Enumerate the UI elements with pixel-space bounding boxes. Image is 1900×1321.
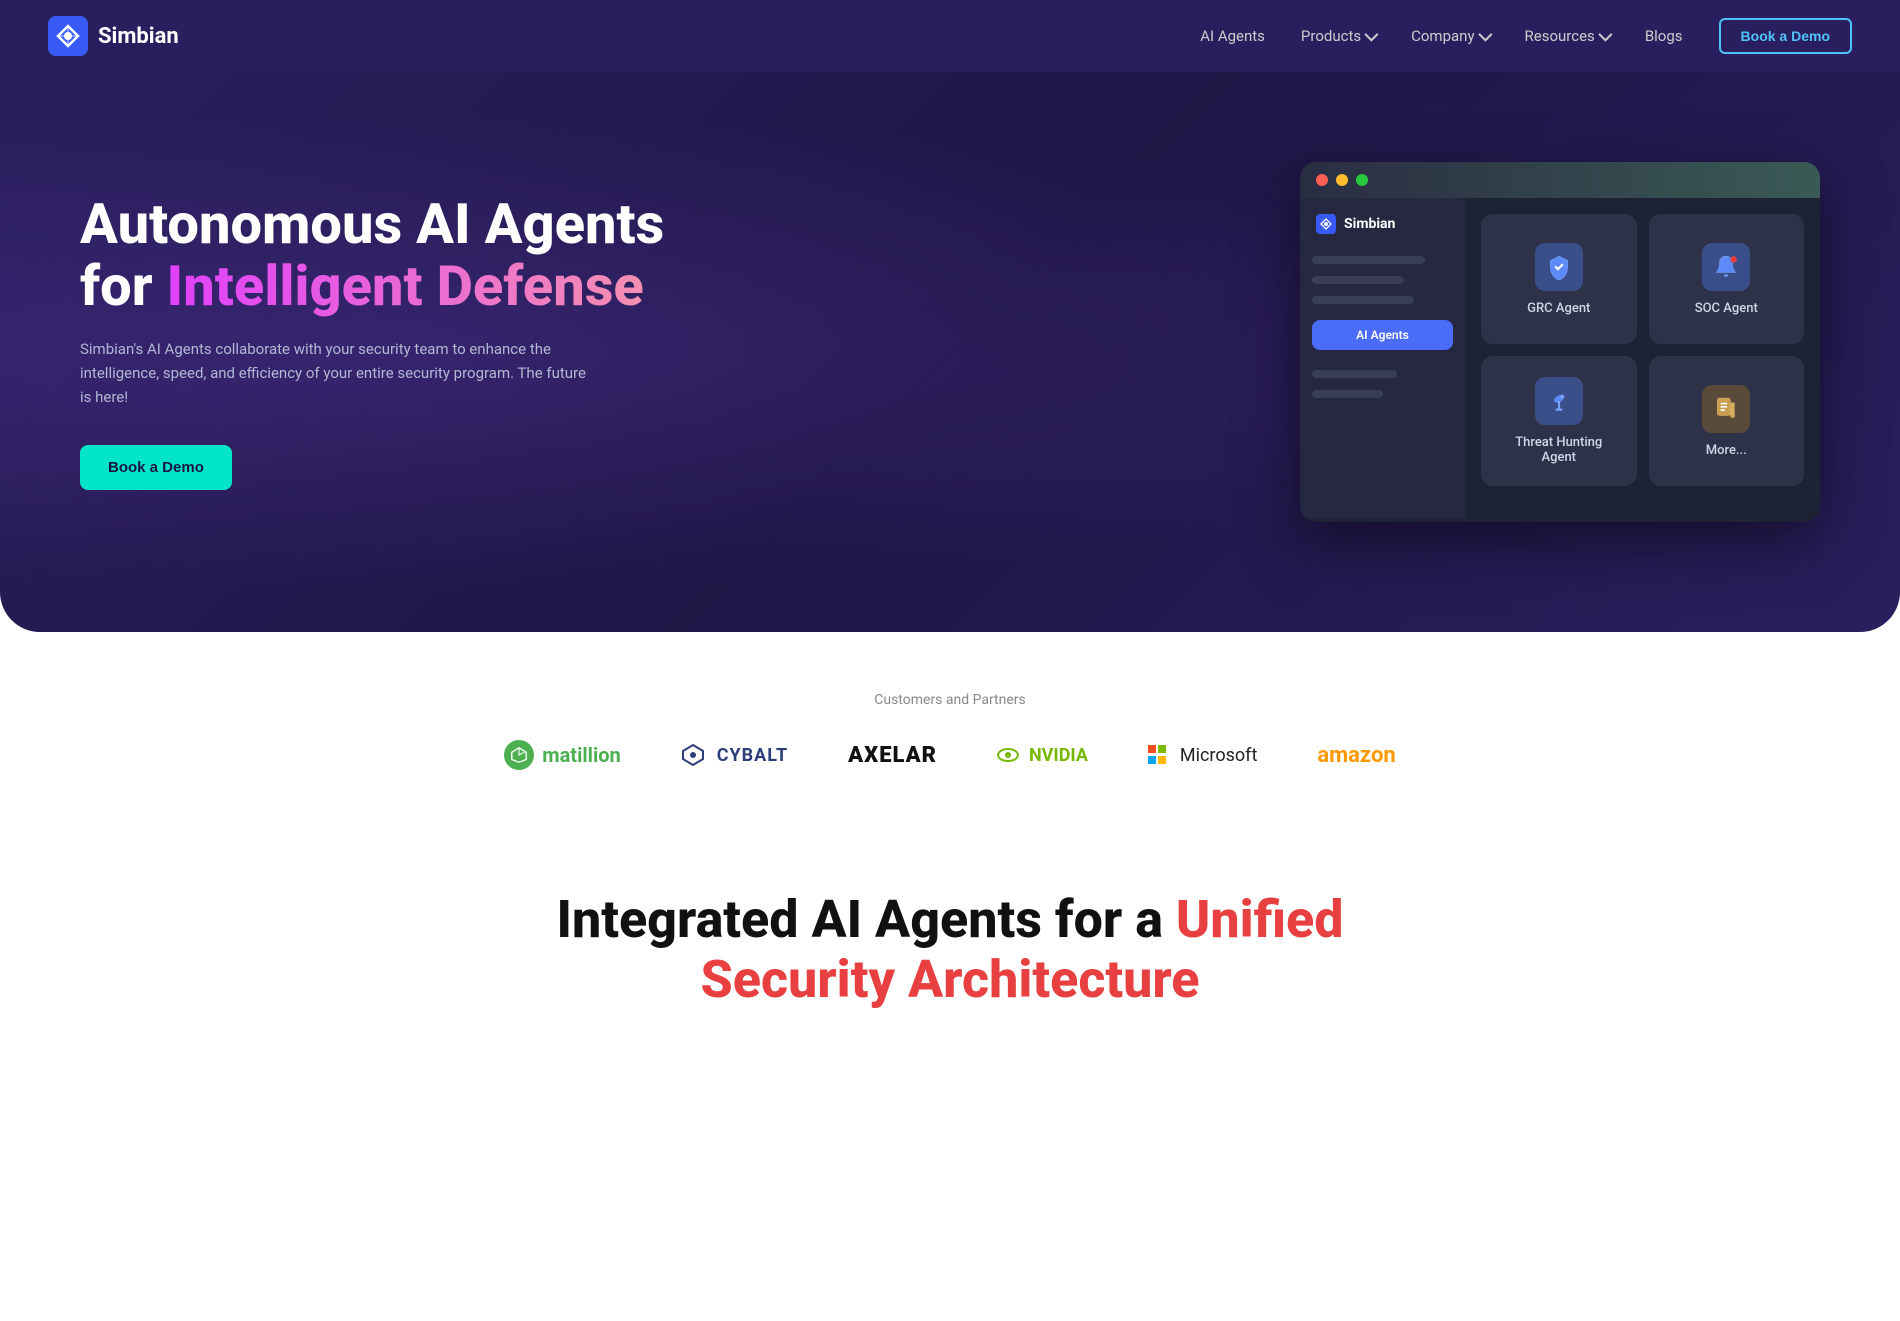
window-minimize-dot bbox=[1336, 174, 1348, 186]
sidebar-logo: Simbian bbox=[1312, 214, 1453, 234]
threat-hunting-agent-label: Threat Hunting Agent bbox=[1497, 435, 1621, 465]
microsoft-squares-icon bbox=[1148, 745, 1168, 765]
grc-agent-label: GRC Agent bbox=[1527, 301, 1590, 316]
navbar-links: AI Agents Products Company Resources Blo… bbox=[1200, 18, 1852, 54]
window-content: GRC Agent SOC Agent bbox=[1465, 198, 1820, 518]
window-close-dot bbox=[1316, 174, 1328, 186]
cybalt-logo: CYBALT bbox=[681, 743, 788, 767]
nvidia-logo: NVIDIA bbox=[997, 745, 1088, 766]
matillion-text: matillion bbox=[542, 743, 620, 767]
amazon-logo: amazon bbox=[1317, 743, 1395, 768]
matillion-svg-icon bbox=[510, 746, 528, 764]
axelar-logo: AXELAR bbox=[848, 743, 937, 768]
threat-hunting-agent-card[interactable]: Threat Hunting Agent bbox=[1481, 356, 1637, 486]
nav-company[interactable]: Company bbox=[1411, 27, 1488, 45]
shield-icon bbox=[1546, 254, 1572, 280]
grc-agent-icon bbox=[1535, 243, 1583, 291]
window-sidebar: Simbian AI Agents bbox=[1300, 198, 1465, 518]
nav-resources[interactable]: Resources bbox=[1525, 27, 1609, 45]
partners-logos: matillion CYBALT AXELAR NVIDIA bbox=[80, 740, 1820, 770]
bottom-title: Integrated AI Agents for a Unified Secur… bbox=[80, 890, 1820, 1010]
matillion-logo: matillion bbox=[504, 740, 620, 770]
navbar-logo-text: Simbian bbox=[98, 24, 179, 49]
bottom-section: Integrated AI Agents for a Unified Secur… bbox=[0, 830, 1900, 1030]
hero-left: Autonomous AI Agents for Intelligent Def… bbox=[80, 194, 680, 490]
sidebar-line-4 bbox=[1312, 370, 1397, 378]
hero-title-accent: Intelligent Defense bbox=[167, 253, 644, 319]
more-agents-card[interactable]: More... bbox=[1649, 356, 1805, 486]
matillion-icon bbox=[504, 740, 534, 770]
sidebar-logo-text: Simbian bbox=[1344, 216, 1395, 232]
sidebar-line-2 bbox=[1312, 276, 1404, 284]
bottom-title-line2: Security Architecture bbox=[701, 949, 1200, 1010]
window-titlebar bbox=[1300, 162, 1820, 198]
simbian-logo-icon bbox=[48, 16, 88, 56]
sidebar-logo-icon bbox=[1316, 214, 1336, 234]
cybalt-text: CYBALT bbox=[717, 745, 788, 766]
more-agents-label: More... bbox=[1706, 443, 1747, 458]
telescope-icon bbox=[1546, 388, 1572, 414]
partners-section: Customers and Partners matillion CYBALT … bbox=[0, 632, 1900, 830]
soc-agent-card[interactable]: SOC Agent bbox=[1649, 214, 1805, 344]
nav-ai-agents[interactable]: AI Agents bbox=[1200, 27, 1265, 45]
nvidia-eye-icon bbox=[997, 748, 1019, 762]
microsoft-logo: Microsoft bbox=[1148, 745, 1257, 766]
more-agents-icon bbox=[1702, 385, 1750, 433]
navbar: Simbian AI Agents Products Company Resou… bbox=[0, 0, 1900, 72]
cybalt-icon bbox=[681, 743, 705, 767]
navbar-logo[interactable]: Simbian bbox=[48, 16, 179, 56]
window-maximize-dot bbox=[1356, 174, 1368, 186]
axelar-text: AXELAR bbox=[848, 743, 937, 768]
threat-hunting-agent-icon bbox=[1535, 377, 1583, 425]
bell-icon bbox=[1713, 254, 1739, 280]
soc-agent-icon bbox=[1702, 243, 1750, 291]
nav-blogs[interactable]: Blogs bbox=[1645, 27, 1683, 45]
soc-agent-label: SOC Agent bbox=[1695, 301, 1758, 316]
amazon-text: amazon bbox=[1317, 743, 1395, 768]
bottom-title-accent: Unified bbox=[1176, 889, 1344, 950]
nav-book-demo-button[interactable]: Book a Demo bbox=[1719, 18, 1852, 54]
document-icon bbox=[1713, 396, 1739, 422]
hero-title: Autonomous AI Agents for Intelligent Def… bbox=[80, 194, 680, 317]
nvidia-text: NVIDIA bbox=[1029, 745, 1088, 766]
hero-section: Autonomous AI Agents for Intelligent Def… bbox=[0, 72, 1900, 632]
hero-subtitle: Simbian's AI Agents collaborate with you… bbox=[80, 337, 600, 409]
app-window: Simbian AI Agents bbox=[1300, 162, 1820, 522]
microsoft-text: Microsoft bbox=[1180, 745, 1257, 766]
company-chevron-icon bbox=[1478, 28, 1492, 42]
hero-book-demo-button[interactable]: Book a Demo bbox=[80, 445, 232, 490]
hero-right: Simbian AI Agents bbox=[680, 162, 1820, 522]
nav-products[interactable]: Products bbox=[1301, 27, 1375, 45]
sidebar-ai-agents-tab[interactable]: AI Agents bbox=[1312, 320, 1453, 350]
sidebar-line-5 bbox=[1312, 390, 1383, 398]
partners-title: Customers and Partners bbox=[80, 692, 1820, 708]
sidebar-line-3 bbox=[1312, 296, 1414, 304]
resources-chevron-icon bbox=[1598, 28, 1612, 42]
grc-agent-card[interactable]: GRC Agent bbox=[1481, 214, 1637, 344]
sidebar-line-1 bbox=[1312, 256, 1425, 264]
window-body: Simbian AI Agents bbox=[1300, 198, 1820, 518]
products-chevron-icon bbox=[1364, 28, 1378, 42]
